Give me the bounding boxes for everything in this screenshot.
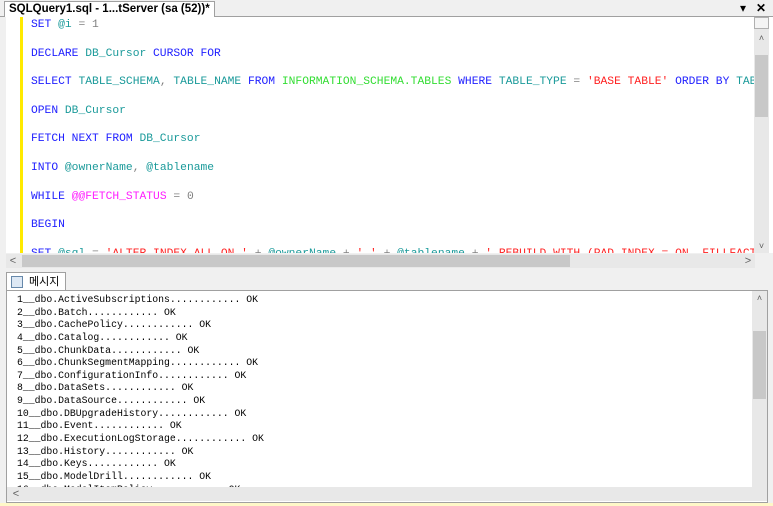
code-token: @tablename [146,161,215,174]
message-line: 1__dbo.ActiveSubscriptions............ O… [17,294,259,305]
code-lines[interactable]: SET @i = 1 DECLARE DB_Cursor CURSOR FOR SE… [31,19,763,253]
code-token: + [336,248,356,253]
code-token: ORDER BY [675,76,737,89]
code-token: = 1 [71,19,99,31]
code-token: SELECT [31,76,79,89]
code-token: @ownerName [268,248,336,253]
code-token: BEGIN [31,219,65,232]
code-token: + [465,248,485,253]
code-token: INFORMATION_SCHEMA.TABLES [281,76,459,89]
message-line: 7__dbo.ConfigurationInfo............ OK [17,369,247,381]
code-token: SET [31,19,59,31]
code-line: WHILE @@FETCH_STATUS = 0 [31,191,763,220]
code-token: '.' [356,248,376,253]
change-margin [20,17,23,253]
scroll-thumb[interactable] [22,255,570,267]
code-token: FROM [247,76,282,89]
split-handle[interactable] [754,17,769,29]
tab-list-dropdown-icon[interactable]: ▾ [740,1,746,15]
code-token: DB_Cursor [64,104,126,117]
code-token: @i [58,19,72,31]
code-line: SET @sql = 'ALTER INDEX ALL ON ' + @owne… [31,248,763,253]
scroll-down-icon[interactable]: ˅ [754,239,769,253]
code-line: DECLARE DB_Cursor CURSOR FOR [31,48,763,77]
scroll-left-icon[interactable]: < [6,254,20,268]
code-token: SET [31,248,58,253]
code-line: FETCH NEXT FROM DB_Cursor [31,133,763,162]
editor-vertical-scrollbar[interactable]: ˄ ˅ [754,17,769,253]
code-token: + [248,248,268,253]
message-line: 10__dbo.DBUpgradeHistory............ OK [17,407,247,419]
messages-horizontal-scrollbar[interactable]: < [7,487,767,501]
code-token: @tablename [397,248,465,253]
message-line: 9__dbo.DataSource............ OK [17,395,206,407]
scroll-left-icon[interactable]: < [9,487,23,501]
code-token: INTO [31,161,65,174]
close-icon[interactable]: ✕ [756,1,766,15]
message-line: 3__dbo.CachePolicy............ OK [17,319,212,331]
code-token: WHILE [31,190,72,203]
message-line: 13__dbo.History............ OK [17,445,194,457]
code-token: ' REBUILD WITH (PAD_INDEX = ON, FILLFACT… [485,248,763,253]
messages-icon [11,276,23,288]
scroll-thumb[interactable] [753,331,766,399]
message-line: 11__dbo.Event............ OK [17,420,182,432]
scroll-up-icon[interactable]: ˄ [752,291,767,305]
message-line: 5__dbo.ChunkData............ OK [17,344,200,356]
code-token: + [377,248,397,253]
code-line: INTO @ownerName, @tablename [31,162,763,191]
code-token: DECLARE [31,47,86,60]
code-token: = [85,248,105,253]
code-line: SET @i = 1 [31,19,763,48]
message-line: 2__dbo.Batch............ OK [17,306,176,318]
code-line: SELECT TABLE_SCHEMA, TABLE_NAME FROM INF… [31,76,763,105]
code-token: 'ALTER INDEX ALL ON ' [106,248,248,253]
message-line: 6__dbo.ChunkSegmentMapping............ O… [17,357,259,369]
code-token: @sql [58,248,85,253]
code-token: DB_Cursor [85,47,154,60]
messages-pane[interactable]: 1__dbo.ActiveSubscriptions............ O… [6,290,768,503]
scroll-right-icon[interactable]: > [741,254,755,268]
code-token: TABLE_TYPE [498,76,574,89]
code-token: @@FETCH_STATUS [71,190,167,203]
code-token: = 0 [166,190,194,203]
code-token: TABLE_SCHEMA [78,76,160,89]
query-editor[interactable]: SET @i = 1 DECLARE DB_Cursor CURSOR FOR SE… [0,17,773,253]
scroll-thumb[interactable] [755,55,768,117]
messages-vertical-scrollbar[interactable]: ˄ [752,291,767,487]
message-line: 15__dbo.ModelDrill............ OK [17,470,212,482]
code-token: OPEN [31,104,65,117]
code-line: OPEN DB_Cursor [31,105,763,134]
code-token: = [573,76,587,89]
code-token: DB_Cursor [139,133,201,146]
message-line: 14__dbo.Keys............ OK [17,458,176,470]
code-token: @ownerName [64,161,133,174]
editor-horizontal-scrollbar[interactable]: < > [6,254,755,268]
document-tab-bar: SQLQuery1.sql - 1...tServer (sa (52))* ▾… [0,0,773,17]
code-token: WHERE [458,76,499,89]
tab-messages-label: 메시지 [29,276,60,288]
code-token: FETCH NEXT FROM [31,133,140,146]
scroll-up-icon[interactable]: ˄ [754,31,769,45]
message-line: 12__dbo.ExecutionLogStorage............ … [17,433,264,445]
code-token: , [132,161,147,174]
code-token: TABLE_NAME [173,76,248,89]
tab-sqlquery1[interactable]: SQLQuery1.sql - 1...tServer (sa (52))* [4,1,215,17]
code-line: BEGIN [31,219,763,248]
message-line: 4__dbo.Catalog............ OK [17,331,188,343]
code-token: 'BASE TABLE' [586,76,676,89]
code-token: , [159,76,174,89]
message-line: 8__dbo.DataSets............ OK [17,382,194,394]
messages-list: 1__dbo.ActiveSubscriptions............ O… [17,294,264,487]
code-token: CURSOR FOR [153,47,221,60]
tab-messages[interactable]: 메시지 [6,272,66,291]
